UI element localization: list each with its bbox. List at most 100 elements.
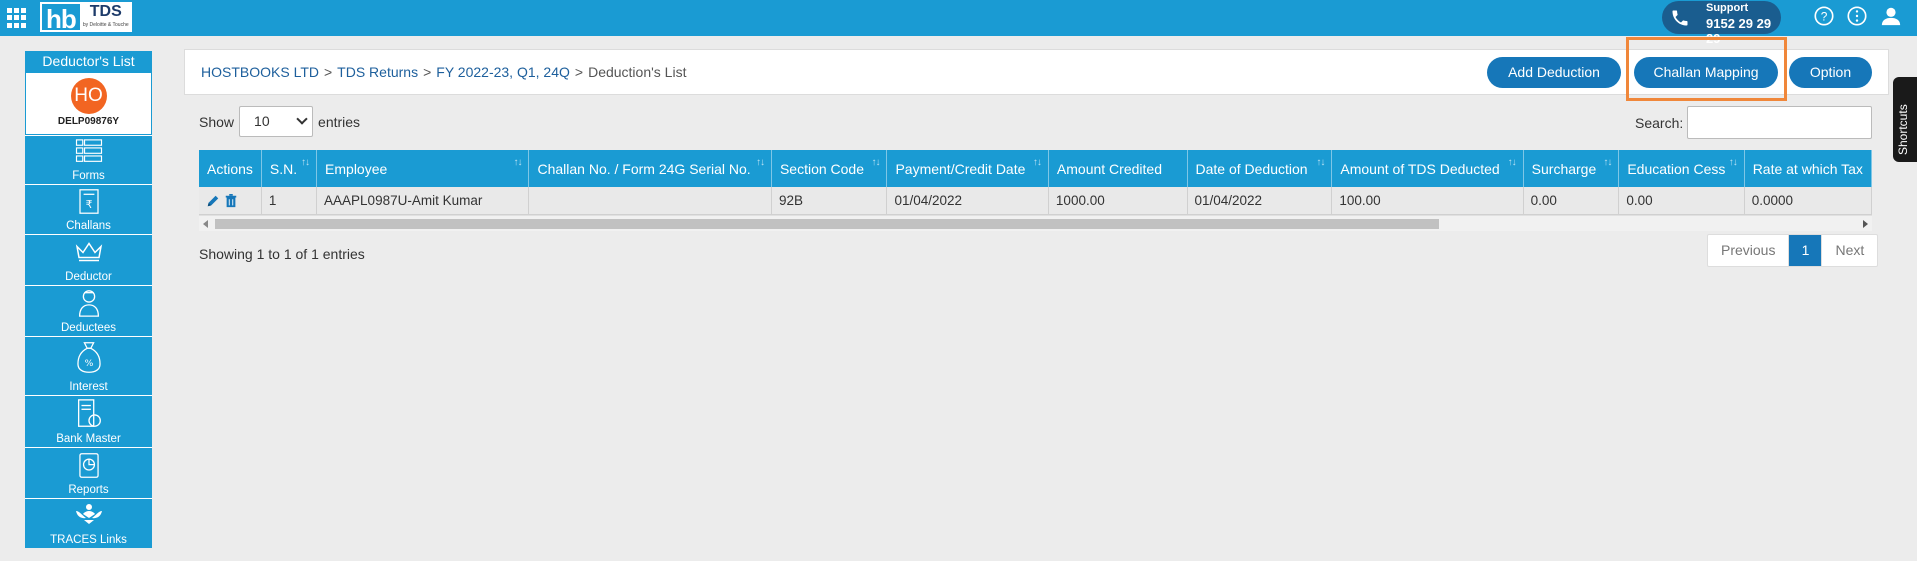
column-header-sn[interactable]: S.N. ↑↓ [261,150,318,187]
support-label: Support [1706,2,1749,14]
svg-text:?: ? [1821,10,1828,24]
column-header-rate[interactable]: Rate at which Tax [1744,150,1872,187]
column-header-education-cess[interactable]: Education Cess ↑↓ [1618,150,1745,187]
delete-icon[interactable] [224,193,238,208]
page-length-control: Show 10 entries [199,106,360,137]
show-label: Show [199,113,235,130]
support-badge[interactable]: Support 9152 29 29 29 [1662,1,1781,46]
shortcuts-label: Shortcuts [1896,104,1910,155]
column-header-payment-date[interactable]: Payment/Credit Date ↑↓ [886,150,1049,187]
sort-icon: ↑↓ [1316,157,1325,168]
breadcrumb: HOSTBOOKS LTD > TDS Returns > FY 2022-23, Q1… [201,64,687,80]
breadcrumb-current: Deduction's List [588,64,687,80]
help-icon[interactable]: ? [1813,5,1835,27]
traces-icon [75,504,102,524]
cell-rate: 0.0000 [1744,187,1872,215]
search-label: Search: [1635,115,1684,131]
sidebar-item-label: Reports [68,484,109,496]
breadcrumb-tds-returns[interactable]: TDS Returns [337,64,418,80]
previous-page-button[interactable]: Previous [1708,235,1790,266]
page-1-button[interactable]: 1 [1789,235,1822,266]
bank-icon [77,399,101,427]
column-header-amount-credited[interactable]: Amount Credited [1048,150,1188,187]
sidebar-item-label: TRACES Links [50,534,127,546]
column-header-challan-no[interactable]: Challan No. / Form 24G Serial No. ↑↓ [528,150,772,187]
svg-text:₹: ₹ [85,198,92,211]
sort-icon: ↑↓ [513,157,522,168]
sidebar-item-label: Challans [66,220,111,232]
deductor-profile[interactable]: HO DELP09876Y [25,72,152,135]
breadcrumb-hostbooks[interactable]: HOSTBOOKS LTD [201,64,319,80]
next-page-button[interactable]: Next [1821,235,1877,266]
sort-icon: ↑↓ [1032,157,1042,168]
challan-mapping-highlight [1626,37,1787,101]
info-icon[interactable] [1846,5,1868,27]
sort-icon: ↑↓ [871,157,880,168]
report-icon [78,453,99,478]
sidebar: Deductor's List HO DELP09876Y Forms ₹ Ch… [25,51,152,548]
search-input[interactable] [1687,106,1872,139]
sort-icon: ↑↓ [1728,157,1738,168]
top-bar: hb TDS by Deloitte & Touche Support 9152… [0,0,1917,46]
cell-date-of-deduction: 01/04/2022 [1187,187,1333,215]
horizontal-scrollbar[interactable] [199,215,1872,231]
cell-payment-date: 01/04/2022 [886,187,1049,215]
entries-select[interactable]: 10 [239,106,314,137]
add-deduction-button[interactable]: Add Deduction [1487,57,1621,88]
scrollbar-thumb[interactable] [215,219,1439,229]
sidebar-item-deductees[interactable]: Deductees [25,285,152,336]
sidebar-item-label: Deductees [61,322,116,334]
user-icon[interactable] [1880,5,1902,27]
crown-icon [75,242,102,262]
deductions-table: Actions S.N. ↑↓ Employee ↑↓ Challan No. / … [199,150,1872,231]
sidebar-item-traces-links[interactable]: TRACES Links [25,498,152,548]
breadcrumb-fy[interactable]: FY 2022-23, Q1, 24Q [436,64,570,80]
svg-text:%: % [84,358,93,369]
forms-icon [75,139,102,162]
table-header-row: Actions S.N. ↑↓ Employee ↑↓ Challan No. / … [199,150,1872,187]
column-header-tds-deducted[interactable]: Amount of TDS Deducted ↑↓ [1331,150,1524,187]
apps-grid-icon[interactable] [7,8,27,28]
scroll-right-arrow-icon[interactable] [1863,220,1868,228]
sidebar-item-deductor[interactable]: Deductor [25,234,152,285]
chevron-down-icon [296,113,308,125]
sort-icon: ↑↓ [301,157,310,168]
column-header-actions: Actions [199,150,262,187]
option-button[interactable]: Option [1789,57,1872,88]
cell-employee: AAAPL0987U-Amit Kumar [316,187,530,215]
logo-tds: TDS by Deloitte & Touche [79,2,132,32]
row-actions [199,187,262,215]
sort-icon: ↑↓ [755,157,765,168]
deductors-list-title[interactable]: Deductor's List [25,51,152,72]
cell-sn: 1 [261,187,318,215]
cell-section-code: 92B [771,187,888,215]
challan-icon: ₹ [78,189,99,214]
shortcuts-tab[interactable]: Shortcuts [1893,77,1917,162]
avatar: HO [70,78,107,114]
cell-challan-no [528,187,772,215]
column-header-employee[interactable]: Employee ↑↓ [316,150,530,187]
column-header-section-code[interactable]: Section Code ↑↓ [771,150,888,187]
column-header-surcharge[interactable]: Surcharge ↑↓ [1523,150,1620,187]
sidebar-item-challans[interactable]: ₹ Challans [25,184,152,234]
sidebar-item-reports[interactable]: Reports [25,447,152,498]
table-info: Showing 1 to 1 of 1 entries [199,246,365,262]
sidebar-item-interest[interactable]: % Interest [25,336,152,395]
logo-hb: hb [40,2,80,34]
sidebar-item-label: Deductor [65,271,112,283]
sidebar-item-forms[interactable]: Forms [25,135,152,184]
sidebar-item-bank-master[interactable]: Bank Master [25,395,152,447]
sort-icon: ↑↓ [1507,157,1517,168]
app-logo[interactable]: hb TDS by Deloitte & Touche [40,2,132,34]
entries-label: entries [318,113,361,130]
sidebar-item-label: Interest [69,381,108,393]
cell-education-cess: 0.00 [1618,187,1745,215]
cell-surcharge: 0.00 [1523,187,1620,215]
person-icon [78,290,99,317]
sidebar-item-label: Forms [72,170,105,182]
edit-icon[interactable] [206,194,220,208]
table-row: 1 AAAPL0987U-Amit Kumar 92B 01/04/2022 1… [199,187,1872,215]
column-header-date-of-deduction[interactable]: Date of Deduction ↑↓ [1187,150,1333,187]
sort-icon: ↑↓ [1603,157,1612,168]
scroll-left-arrow-icon[interactable] [203,220,208,228]
